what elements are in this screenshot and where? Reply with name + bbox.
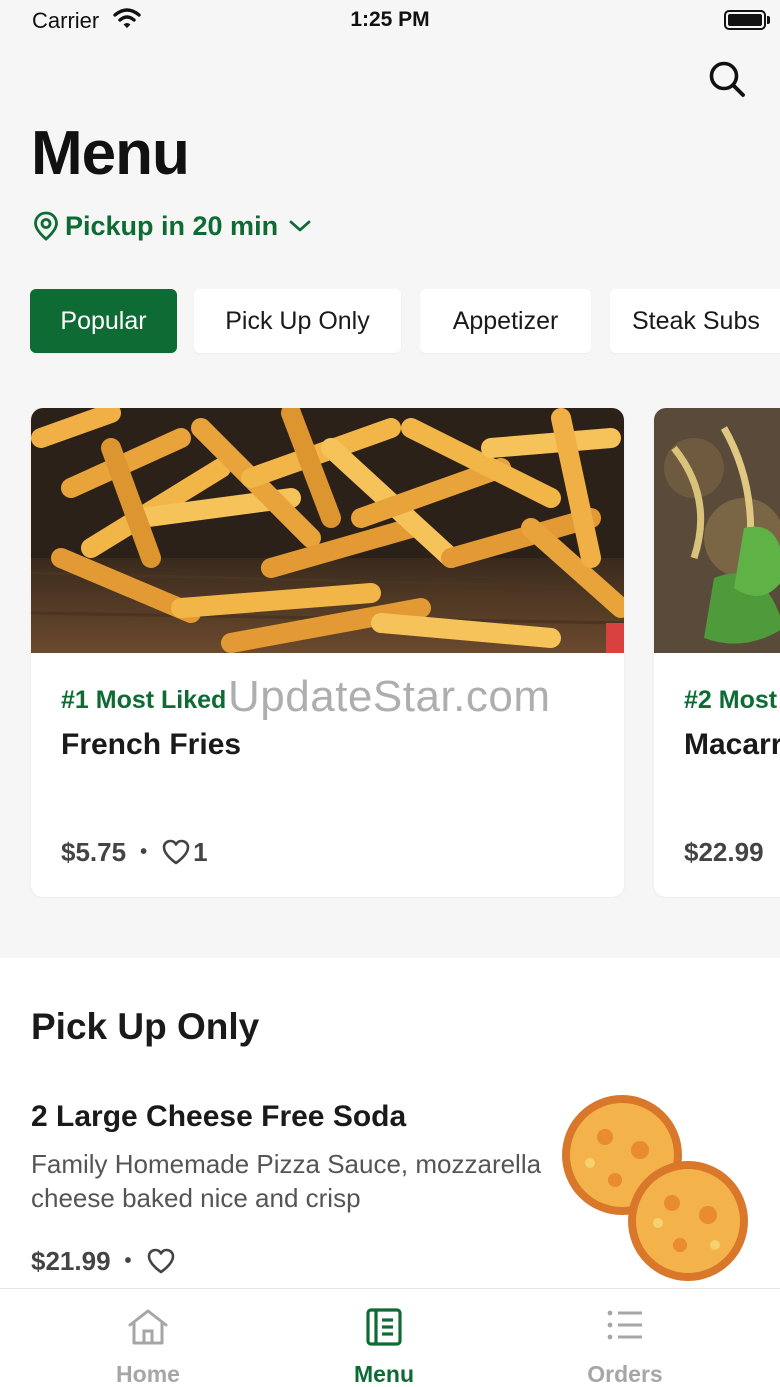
card-meta: $5.75 • 1 <box>61 835 208 869</box>
status-time: 1:25 PM <box>350 8 430 31</box>
popular-carousel: #1 Most Liked French Fries $5.75 • 1 #2 … <box>0 408 780 898</box>
like-button[interactable]: 1 <box>161 836 208 868</box>
menu-book-icon <box>284 1307 484 1347</box>
page-title: Menu <box>31 119 190 188</box>
search-button[interactable] <box>704 56 750 102</box>
tab-bar: Home Menu Orders <box>0 1288 780 1387</box>
popular-card[interactable]: #1 Most Liked French Fries $5.75 • 1 <box>31 408 624 897</box>
like-button[interactable] <box>146 1247 176 1275</box>
home-icon <box>48 1307 248 1347</box>
status-bar: Carrier 1:25 PM <box>0 0 780 40</box>
item-price: $21.99 <box>31 1245 111 1276</box>
card-rank: #2 Most <box>684 686 778 714</box>
tab-label: Orders <box>587 1361 663 1387</box>
pickup-label: Pickup in 20 min <box>65 210 279 241</box>
location-pin-icon <box>33 211 59 241</box>
menu-item[interactable]: 2 Large Cheese Free Soda Family Homemade… <box>0 1088 780 1288</box>
category-label: Steak Subs <box>632 306 760 335</box>
tab-label: Menu <box>353 1361 415 1387</box>
item-meta: $21.99 • <box>31 1244 176 1278</box>
category-chip-pick-up-only[interactable]: Pick Up Only <box>194 289 401 353</box>
category-chip-steak-subs[interactable]: Steak Subs <box>610 289 780 353</box>
category-chip-popular[interactable]: Popular <box>30 289 177 353</box>
heart-icon <box>162 839 190 865</box>
macaroni-image <box>654 408 780 653</box>
tab-home[interactable]: Home <box>48 1289 248 1387</box>
tab-orders[interactable]: Orders <box>525 1289 725 1387</box>
battery-icon <box>724 10 766 30</box>
section-title: Pick Up Only <box>31 1006 260 1047</box>
card-price: $5.75 <box>61 836 127 867</box>
battery-nub <box>767 16 770 24</box>
tab-label: Home <box>116 1361 180 1387</box>
category-label: Pick Up Only <box>225 306 370 335</box>
search-icon <box>709 61 745 97</box>
card-rank: #1 Most Liked <box>61 686 227 714</box>
card-title: French Fries <box>61 728 242 761</box>
item-title: 2 Large Cheese Free Soda <box>31 1100 407 1133</box>
pizza-image <box>560 1095 752 1283</box>
category-label: Appetizer <box>452 306 559 335</box>
separator-dot: • <box>140 840 148 863</box>
pick-up-only-section: Pick Up Only 2 Large Cheese Free Soda Fa… <box>0 958 780 1288</box>
card-price: $22.99 <box>684 836 764 867</box>
card-title: Macarr <box>684 728 780 761</box>
category-chip-appetizer[interactable]: Appetizer <box>420 289 591 353</box>
list-icon <box>525 1307 725 1343</box>
category-label: Popular <box>60 306 147 335</box>
card-meta: $22.99 <box>684 835 764 869</box>
french-fries-image <box>31 408 624 653</box>
pickup-selector[interactable]: Pickup in 20 min <box>33 206 312 246</box>
item-description: Family Homemade Pizza Sauce, mozzarella … <box>31 1149 542 1213</box>
category-tabs: Popular Pick Up Only Appetizer Steak Sub… <box>0 287 780 355</box>
like-count: 1 <box>193 836 208 867</box>
heart-icon <box>147 1248 174 1274</box>
tab-menu[interactable]: Menu <box>284 1289 484 1387</box>
separator-dot: • <box>124 1249 132 1272</box>
chevron-down-icon <box>288 218 312 234</box>
popular-card[interactable]: #2 Most Macarr $22.99 <box>654 408 780 897</box>
watermark: UpdateStar.com <box>228 672 551 721</box>
